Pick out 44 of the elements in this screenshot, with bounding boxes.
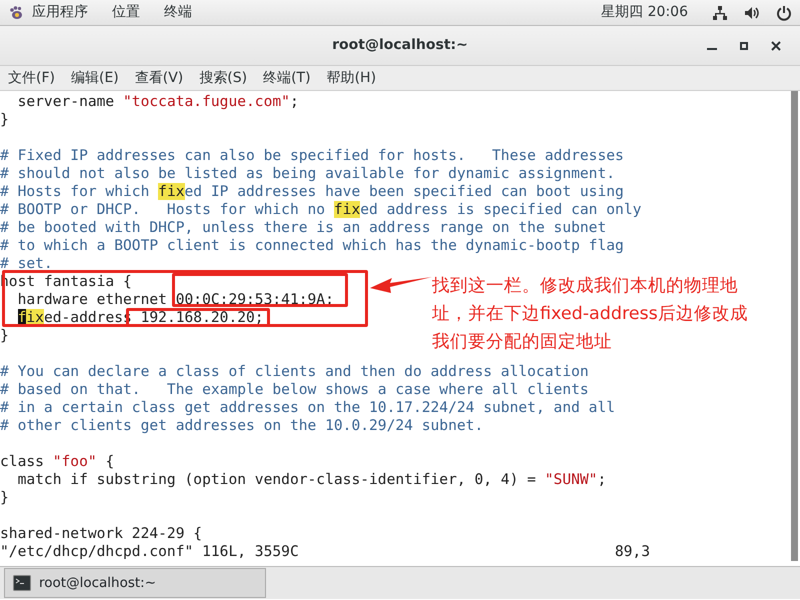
code-line: }	[0, 489, 9, 507]
code-line: class "foo" {	[0, 453, 114, 471]
code-line: # BOOTP or DHCP. Hosts for which no fixed address is specified can only	[0, 201, 642, 219]
annotation-text: 我们要分配的固定地址	[432, 331, 613, 354]
clock[interactable]: 星期四 20:06	[601, 2, 688, 23]
code-line: # Fixed IP addresses can also be specified for hosts. These addresses	[0, 147, 624, 165]
menu-item[interactable]: 文件(F)	[8, 68, 55, 88]
power-icon[interactable]	[776, 4, 792, 20]
code-line: # should not also be listed as being available for dynamic assignment.	[0, 165, 616, 183]
menu-item[interactable]: 帮助(H)	[326, 68, 376, 88]
menu-item[interactable]: 终端(T)	[263, 68, 311, 88]
code-line: server-name "toccata.fugue.com";	[16, 93, 299, 111]
menu-item[interactable]: 编辑(E)	[70, 68, 119, 88]
annotation-text: 找到这一栏。修改成我们本机的物理地	[432, 275, 739, 298]
code-line: # based on that. The example below shows a case where all clients	[0, 381, 589, 399]
foot-icon[interactable]	[8, 4, 24, 20]
annotation-text: 址，并在下边fixed-address后边修改成	[432, 303, 748, 326]
code-line: # in a certain class get addresses on the 10.17.224/24 subnet, and all	[0, 399, 616, 417]
menu-item[interactable]: 搜索(S)	[199, 68, 248, 88]
code-line: # to which a BOOTP client is connected which has the dynamic-bootp flag	[0, 237, 624, 255]
code-line: }	[0, 111, 9, 129]
taskbar-item[interactable]: root@localhost:~	[4, 568, 266, 598]
top-menu-item[interactable]: 位置	[112, 2, 140, 23]
menu-item[interactable]: 查看(V)	[134, 68, 184, 88]
code-line: # other clients get addresses on the 10.0.29/24 subnet.	[0, 417, 484, 435]
scrollbar[interactable]	[791, 91, 798, 561]
code-line: shared-network 224-29 {	[0, 525, 202, 543]
volume-icon[interactable]	[744, 4, 760, 20]
window-title: root@localhost:~	[332, 36, 468, 55]
code-line: }	[0, 327, 9, 345]
code-line: # set.	[0, 255, 53, 273]
top-menu-item[interactable]: 终端	[164, 2, 192, 23]
status-message: "/etc/dhcp/dhcpd.conf" 116L, 3559C	[0, 543, 299, 561]
terminal-icon	[13, 575, 31, 591]
code-line: # be booted with DHCP, unless there is an address range on the subnet	[0, 219, 606, 237]
code-line: match if substring (option vendor-class-identifier, 0, 4) = "SUNW";	[16, 471, 606, 489]
code-line: hardware ethernet 00:0C:29:53:41:9A;	[16, 291, 334, 309]
code-line: # You can declare a class of clients and then do address allocation	[0, 363, 589, 381]
top-menu-item[interactable]: 应用程序	[32, 2, 88, 23]
arrow	[370, 276, 432, 294]
network-icon[interactable]	[712, 4, 728, 20]
cursor-position: 89,3	[614, 543, 650, 561]
code-line: # Hosts for which fixed IP addresses have been specified can boot using	[0, 183, 624, 201]
taskbar-label: root@localhost:~	[39, 574, 156, 593]
